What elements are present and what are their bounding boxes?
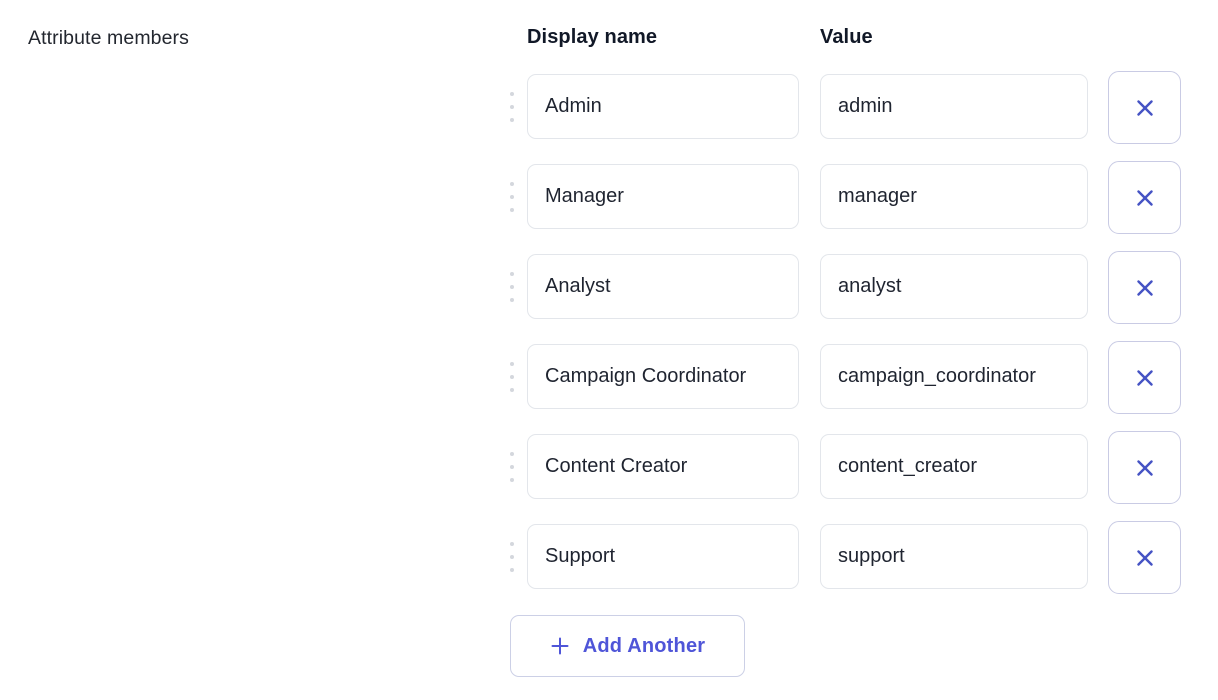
- display-name-input[interactable]: Campaign Coordinator: [527, 344, 799, 409]
- drag-handle-dot: [510, 208, 514, 212]
- drag-handle-icon[interactable]: [505, 270, 519, 304]
- add-another-label: Add Another: [583, 635, 706, 658]
- close-x-icon: [1134, 457, 1156, 479]
- close-x-icon: [1134, 187, 1156, 209]
- drag-handle-dot: [510, 272, 514, 276]
- column-header-value: Value: [820, 26, 873, 49]
- section-label: Attribute members: [28, 27, 189, 50]
- value-input[interactable]: support: [820, 524, 1088, 589]
- attribute-member-row: Content Creator content_creator: [0, 434, 1218, 524]
- drag-handle-dot: [510, 92, 514, 96]
- drag-handle-dot: [510, 298, 514, 302]
- value-input[interactable]: manager: [820, 164, 1088, 229]
- remove-member-button[interactable]: [1108, 161, 1181, 234]
- remove-member-button[interactable]: [1108, 431, 1181, 504]
- plus-icon: [550, 636, 570, 656]
- drag-handle-icon[interactable]: [505, 540, 519, 574]
- remove-member-button[interactable]: [1108, 341, 1181, 414]
- drag-handle-icon[interactable]: [505, 360, 519, 394]
- value-input[interactable]: campaign_coordinator: [820, 344, 1088, 409]
- attribute-members-list: Admin admin Manager manager Analyst analyst Ca…: [0, 74, 1218, 614]
- value-input[interactable]: content_creator: [820, 434, 1088, 499]
- remove-member-button[interactable]: [1108, 521, 1181, 594]
- drag-handle-dot: [510, 118, 514, 122]
- attribute-member-row: Analyst analyst: [0, 254, 1218, 344]
- remove-member-button[interactable]: [1108, 251, 1181, 324]
- display-name-input[interactable]: Admin: [527, 74, 799, 139]
- display-name-input[interactable]: Support: [527, 524, 799, 589]
- drag-handle-dot: [510, 478, 514, 482]
- column-header-display-name: Display name: [527, 26, 657, 49]
- drag-handle-dot: [510, 285, 514, 289]
- drag-handle-dot: [510, 555, 514, 559]
- remove-member-button[interactable]: [1108, 71, 1181, 144]
- drag-handle-icon[interactable]: [505, 450, 519, 484]
- drag-handle-dot: [510, 542, 514, 546]
- display-name-input[interactable]: Manager: [527, 164, 799, 229]
- drag-handle-dot: [510, 388, 514, 392]
- value-input[interactable]: admin: [820, 74, 1088, 139]
- drag-handle-dot: [510, 362, 514, 366]
- attribute-member-row: Support support: [0, 524, 1218, 614]
- attribute-member-row: Manager manager: [0, 164, 1218, 254]
- close-x-icon: [1134, 97, 1156, 119]
- close-x-icon: [1134, 277, 1156, 299]
- drag-handle-dot: [510, 195, 514, 199]
- attribute-members-form: Attribute members Display name Value Adm…: [0, 0, 1218, 700]
- display-name-input[interactable]: Analyst: [527, 254, 799, 319]
- close-x-icon: [1134, 547, 1156, 569]
- display-name-input[interactable]: Content Creator: [527, 434, 799, 499]
- drag-handle-dot: [510, 568, 514, 572]
- add-another-button[interactable]: Add Another: [510, 615, 745, 677]
- drag-handle-dot: [510, 452, 514, 456]
- drag-handle-icon[interactable]: [505, 180, 519, 214]
- drag-handle-dot: [510, 182, 514, 186]
- drag-handle-dot: [510, 465, 514, 469]
- attribute-member-row: Campaign Coordinator campaign_coordinator: [0, 344, 1218, 434]
- drag-handle-dot: [510, 375, 514, 379]
- drag-handle-dot: [510, 105, 514, 109]
- attribute-member-row: Admin admin: [0, 74, 1218, 164]
- value-input[interactable]: analyst: [820, 254, 1088, 319]
- close-x-icon: [1134, 367, 1156, 389]
- drag-handle-icon[interactable]: [505, 90, 519, 124]
